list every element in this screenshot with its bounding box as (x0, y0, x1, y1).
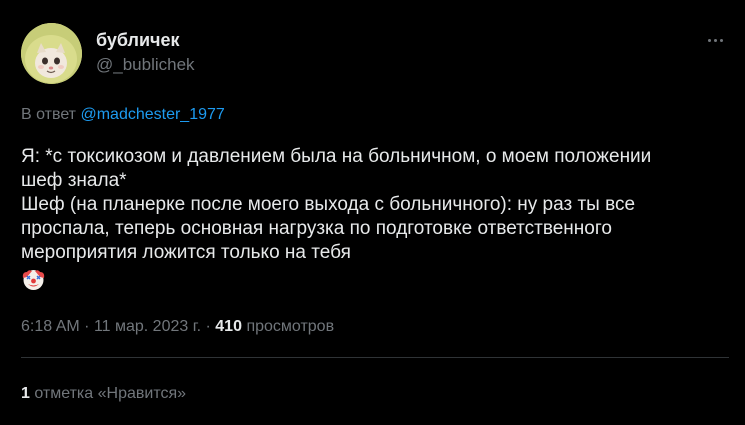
tweet-meta: 6:18 AM · 11 мар. 2023 г. · 410 просмотр… (21, 316, 334, 338)
meta-separator: · (205, 318, 211, 335)
more-dot-icon (713, 38, 717, 42)
tweet-line: Шеф (на планерке после моего выхода с бо… (21, 194, 636, 215)
likes-count: 1 (21, 385, 30, 402)
tweet-line: проспала, теперь основная нагрузка по по… (21, 218, 612, 239)
meta-separator: · (84, 318, 90, 335)
likes-summary[interactable]: 1 отметка «Нравится» (21, 383, 186, 405)
reply-prefix: В ответ (21, 106, 77, 123)
views-label: просмотров (246, 318, 335, 335)
more-options-button[interactable] (701, 30, 729, 50)
more-dot-icon (719, 38, 723, 42)
divider (21, 357, 729, 358)
author-handle[interactable]: @_bublichek (96, 54, 195, 76)
clown-face-icon (21, 267, 46, 292)
author-display-name[interactable]: бубличек (96, 29, 195, 51)
more-dot-icon (707, 38, 711, 42)
tweet-card: бубличек @_bublichek В ответ @madchester… (0, 0, 745, 425)
reply-to-link[interactable]: @madchester_1977 (80, 106, 224, 123)
views-count: 410 (215, 318, 242, 335)
tweet-date[interactable]: 11 мар. 2023 г. (94, 318, 201, 335)
reply-context: В ответ @madchester_1977 (21, 104, 225, 126)
tweet-line: мероприятия ложится только на тебя (21, 242, 351, 263)
tweet-line: Я: *с токсикозом и давлением была на бол… (21, 146, 652, 167)
cat-avatar-icon (21, 23, 82, 84)
avatar[interactable] (21, 23, 82, 84)
author-block: бубличек @_bublichek (96, 29, 195, 76)
tweet-time[interactable]: 6:18 AM (21, 318, 80, 335)
likes-label: отметка «Нравится» (34, 385, 187, 402)
tweet-text: Я: *с токсикозом и давлением была на бол… (21, 145, 721, 299)
tweet-line: шеф знала* (21, 170, 127, 191)
